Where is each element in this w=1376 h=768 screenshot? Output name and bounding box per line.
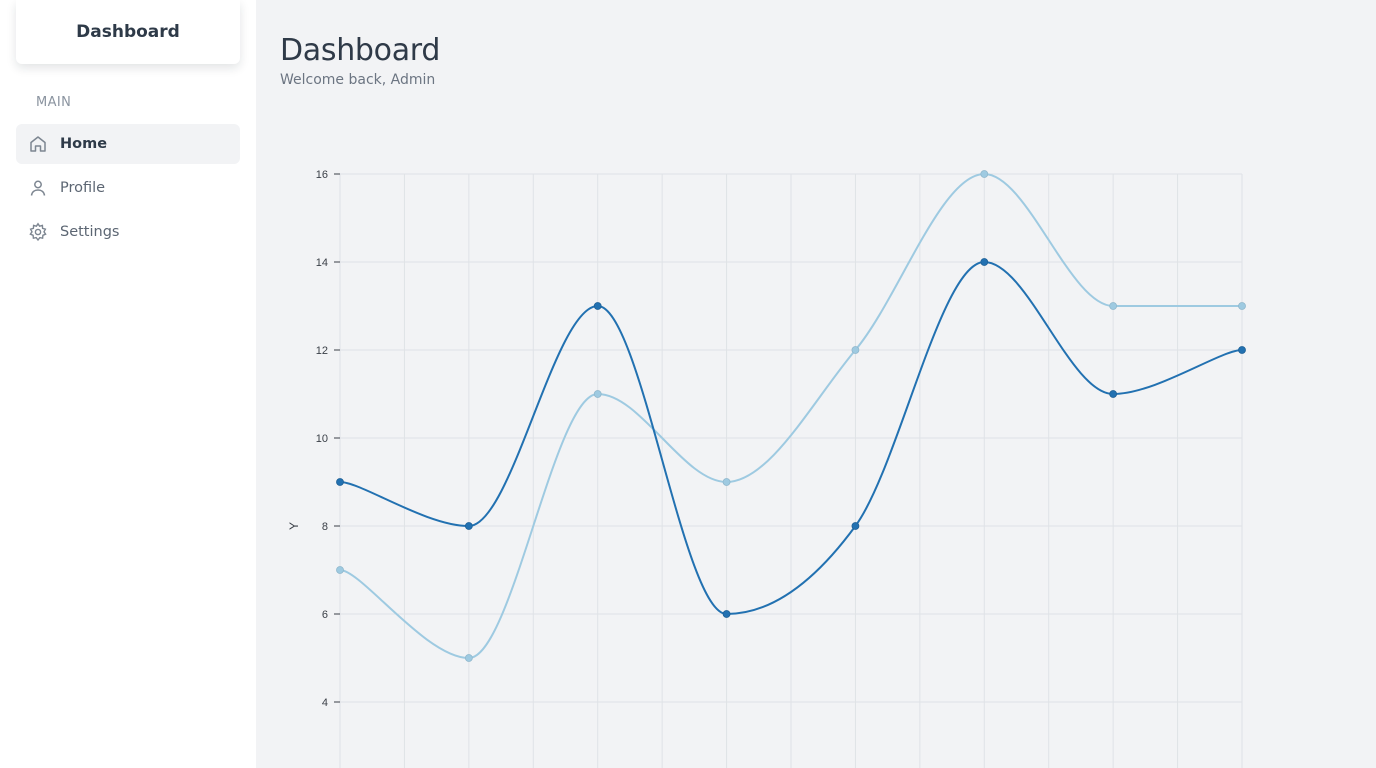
sidebar-item-label: Home (60, 136, 108, 152)
sidebar-item-label: Profile (60, 180, 106, 196)
brand-title[interactable]: Dashboard (16, 0, 240, 64)
series-1-point (851, 346, 860, 354)
user-icon (28, 178, 48, 198)
sidebar-item-label: Settings (60, 224, 120, 240)
series-1-point (336, 566, 344, 574)
series-0-point (851, 522, 860, 530)
series-0-point (1109, 390, 1118, 398)
sidebar-nav: Home Profile Settings (16, 124, 240, 256)
series-0-point (980, 258, 989, 266)
nav-section-label: MAIN (36, 95, 72, 110)
y-tick-label: 14 (316, 257, 328, 269)
sidebar-item-profile[interactable]: Profile (16, 168, 240, 208)
line-chart: 4 6 8 10 12 14 16 Y (256, 0, 1376, 768)
home-icon (28, 134, 48, 154)
series-1-point (722, 478, 731, 486)
y-axis-title: Y (287, 522, 301, 530)
series-0-point (464, 522, 473, 530)
series-1-point (980, 170, 989, 178)
gear-icon (28, 222, 48, 242)
sidebar-item-home[interactable]: Home (16, 124, 240, 164)
y-tick-label: 4 (322, 697, 328, 709)
series-1-point (593, 390, 602, 398)
series-0-point (336, 478, 344, 486)
series-1-point (1238, 302, 1246, 310)
sidebar-item-settings[interactable]: Settings (16, 212, 240, 252)
main-content: Dashboard Welcome back, Admin 4 6 8 10 12 14 1… (256, 0, 1376, 768)
y-tick-label: 12 (316, 345, 328, 357)
series-0-point (593, 302, 602, 310)
y-tick-label: 8 (322, 521, 328, 533)
line-chart-svg: 4 6 8 10 12 14 16 Y (287, 169, 1246, 768)
sidebar: Dashboard MAIN Home Profile Settings (0, 0, 256, 768)
series-1-point (1109, 302, 1118, 310)
y-tick-label: 6 (322, 609, 328, 621)
y-tick-label: 10 (316, 433, 328, 445)
y-tick-label: 16 (316, 169, 328, 181)
series-1-point (464, 654, 473, 662)
series-0-point (1238, 346, 1246, 354)
series-0-point (722, 610, 731, 618)
